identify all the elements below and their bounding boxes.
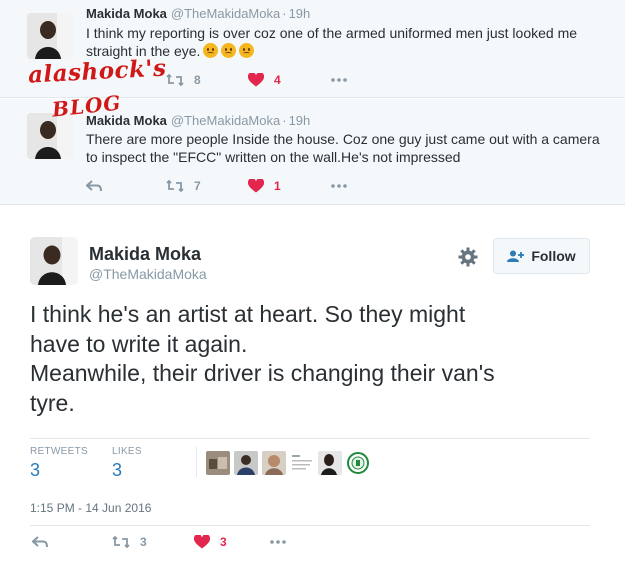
separator-dot: · (282, 113, 287, 128)
heart-icon (248, 73, 264, 87)
divider (30, 438, 590, 439)
reply-icon (32, 536, 48, 548)
more-icon (331, 184, 347, 188)
heart-icon (248, 179, 264, 193)
like-count: 4 (274, 73, 281, 87)
author-name[interactable]: Makida Moka (86, 6, 167, 21)
worried-face-emoji (239, 43, 255, 58)
retweet-count: 8 (194, 73, 201, 87)
more-button[interactable] (270, 532, 286, 552)
retweet-button[interactable]: 7 (166, 176, 201, 196)
liker-avatar[interactable] (206, 451, 230, 475)
tweet-text-line: have to write it again. (30, 330, 248, 357)
tweet-time[interactable]: 19h (289, 113, 311, 128)
like-count: 3 (220, 535, 227, 549)
separator-dot: · (282, 6, 287, 21)
tweet-text: I think he's an artist at heart. So they… (30, 300, 600, 418)
retweet-icon (166, 74, 184, 86)
liker-avatar[interactable] (234, 451, 258, 475)
retweet-button[interactable]: 8 (166, 70, 201, 90)
retweet-count: 7 (194, 179, 201, 193)
follow-label: Follow (531, 248, 576, 264)
follow-button[interactable]: Follow (493, 238, 590, 274)
liker-avatar[interactable] (262, 451, 286, 475)
retweet-icon (112, 536, 130, 548)
avatar[interactable] (30, 237, 78, 285)
retweet-button[interactable]: 3 (112, 532, 147, 552)
tweet-timestamp[interactable]: 1:15 PM - 14 Jun 2016 (30, 501, 151, 515)
likers-avatars (206, 451, 370, 475)
avatar[interactable] (27, 13, 73, 59)
tweet-text-line: Meanwhile, their driver is changing thei… (30, 360, 495, 386)
author-handle[interactable]: @TheMakidaMoka (89, 266, 207, 282)
tweet-text: There are more people Inside the house. … (86, 131, 600, 165)
tweet-text-line: I think he's an artist at heart. So they… (30, 301, 466, 327)
liker-avatar[interactable] (290, 451, 314, 475)
likes-stat[interactable]: 3 (112, 460, 122, 481)
tweet-header: Makida Moka @TheMakidaMoka · 19h (86, 6, 310, 21)
worried-face-emoji (203, 43, 219, 58)
reply-button[interactable] (86, 176, 102, 196)
retweet-count: 3 (140, 535, 147, 549)
like-button[interactable]: 1 (248, 176, 281, 196)
main-tweet: Makida Moka @TheMakidaMoka Follow I thin… (0, 206, 625, 569)
like-button[interactable]: 4 (248, 70, 281, 90)
divider (30, 525, 590, 526)
gear-button[interactable] (458, 247, 478, 267)
gear-icon (458, 247, 478, 267)
more-icon (270, 540, 286, 544)
heart-icon (194, 535, 210, 549)
reply-button[interactable] (32, 532, 48, 552)
tweet-actions: 3 3 (30, 532, 330, 552)
retweets-stat[interactable]: 3 (30, 460, 40, 481)
likes-label: LIKES (112, 446, 142, 457)
worried-face-emoji (221, 43, 237, 58)
author-handle[interactable]: @TheMakidaMoka (171, 113, 280, 128)
more-icon (331, 78, 347, 82)
like-button[interactable]: 3 (194, 532, 227, 552)
liker-avatar[interactable] (346, 451, 370, 475)
stat-separator (196, 447, 197, 477)
author-name[interactable]: Makida Moka (89, 244, 201, 265)
liker-avatar[interactable] (318, 451, 342, 475)
retweet-icon (166, 180, 184, 192)
more-button[interactable] (331, 176, 347, 196)
tweet-header: Makida Moka @TheMakidaMoka · 19h (86, 113, 310, 128)
retweets-label: RETWEETS (30, 446, 88, 457)
reply-icon (86, 180, 102, 192)
follow-person-icon (507, 250, 525, 262)
tweet-text-line: tyre. (30, 389, 75, 416)
tweet-actions: 7 1 (86, 176, 386, 196)
tweet-time[interactable]: 19h (289, 6, 311, 21)
like-count: 1 (274, 179, 281, 193)
more-button[interactable] (331, 70, 347, 90)
author-handle[interactable]: @TheMakidaMoka (171, 6, 280, 21)
